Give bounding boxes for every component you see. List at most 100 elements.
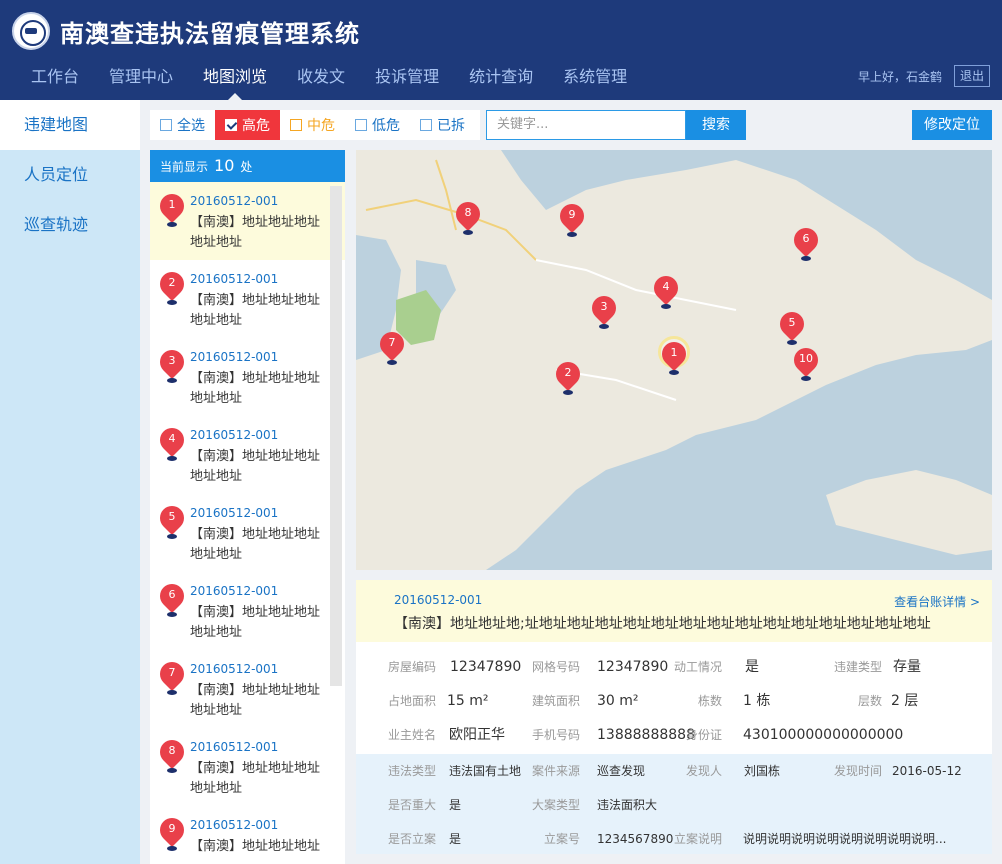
marker-base-icon bbox=[801, 376, 811, 381]
work-label: 动工情况 bbox=[673, 660, 722, 674]
marker-number: 5 bbox=[168, 510, 176, 523]
marker-base-icon bbox=[167, 222, 177, 227]
modify-location-button[interactable]: 修改定位 bbox=[912, 110, 992, 140]
list-scrollbar[interactable] bbox=[330, 186, 342, 686]
list-count: 10 bbox=[214, 156, 235, 175]
source-label: 案件来源 bbox=[531, 764, 580, 778]
map-marker-6[interactable]: 6 bbox=[789, 223, 823, 262]
list-item[interactable]: 4 20160512-001 【南澳】地址地址地址地址地址 bbox=[150, 416, 345, 494]
filter-low-risk[interactable]: 低危 bbox=[345, 110, 410, 140]
side-item-patrol-track[interactable]: 巡查轨迹 bbox=[0, 200, 140, 250]
marker-number: 4 bbox=[662, 280, 670, 293]
checkbox-icon bbox=[355, 119, 367, 131]
map-marker-5[interactable]: 5 bbox=[775, 307, 809, 346]
view-ledger-link[interactable]: 查看台账详情 > bbox=[894, 593, 980, 610]
map-marker-4[interactable]: 4 bbox=[649, 271, 683, 310]
list-item[interactable]: 2 20160512-001 【南澳】地址地址地址地址地址 bbox=[150, 260, 345, 338]
list-marker-icon[interactable]: 4 bbox=[155, 423, 189, 462]
owner-label: 业主姓名 bbox=[387, 728, 436, 742]
item-code: 20160512-001 bbox=[190, 194, 279, 208]
marker-number: 9 bbox=[168, 822, 176, 835]
map-marker-1[interactable]: 1 bbox=[657, 337, 691, 376]
filter-high-risk[interactable]: 高危 bbox=[215, 110, 280, 140]
marker-number: 3 bbox=[168, 354, 176, 367]
detail-code: 20160512-001 bbox=[394, 593, 483, 607]
list-item[interactable]: 1 20160512-001 【南澳】地址地址地址地址地址 bbox=[150, 182, 345, 260]
side-item-personnel-location[interactable]: 人员定位 bbox=[0, 150, 140, 200]
item-address: 【南澳】地址地址地址地址地址 bbox=[190, 605, 321, 640]
marker-number: 1 bbox=[168, 198, 176, 211]
filter-demolished[interactable]: 已拆 bbox=[410, 110, 475, 140]
case-type-label: 大案类型 bbox=[531, 798, 580, 812]
item-code: 20160512-001 bbox=[190, 428, 279, 442]
checkbox-icon bbox=[160, 119, 172, 131]
nav-documents[interactable]: 收发文 bbox=[282, 62, 360, 100]
item-code: 20160512-001 bbox=[190, 584, 279, 598]
search-button[interactable]: 搜索 bbox=[686, 110, 746, 140]
map-marker-10[interactable]: 10 bbox=[789, 343, 823, 382]
item-address: 【南澳】地址地址地址地址地址 bbox=[190, 215, 321, 250]
filter-medium-risk[interactable]: 中危 bbox=[280, 110, 345, 140]
map-marker-2[interactable]: 2 bbox=[551, 357, 585, 396]
marker-base-icon bbox=[167, 456, 177, 461]
grid-code-label: 网格号码 bbox=[531, 660, 580, 674]
list-item[interactable]: 9 20160512-001 【南澳】地址地址地址 bbox=[150, 806, 345, 864]
side-item-illegal-map[interactable]: 违建地图 bbox=[0, 100, 140, 150]
item-address: 【南澳】地址地址地址地址地址 bbox=[190, 683, 321, 718]
list-header: 当前显示 10 处 bbox=[150, 150, 345, 182]
land-area-label: 占地面积 bbox=[387, 694, 436, 708]
list-item[interactable]: 3 20160512-001 【南澳】地址地址地址地址地址 bbox=[150, 338, 345, 416]
list-item[interactable]: 7 20160512-001 【南澳】地址地址地址地址地址 bbox=[150, 650, 345, 728]
risk-filter-bar: 全选 高危 中危 低危 已拆 bbox=[150, 110, 480, 140]
nav-map-browse[interactable]: 地图浏览 bbox=[188, 62, 282, 100]
list-marker-icon[interactable]: 2 bbox=[155, 267, 189, 306]
map-marker-9[interactable]: 9 bbox=[555, 199, 589, 238]
item-code: 20160512-001 bbox=[190, 506, 279, 520]
info-row: 占地面积 15 m² 建筑面积 30 m² 栋数 1 栋 层数 2 层 bbox=[356, 684, 992, 718]
found-time-value: 2016-05-12 bbox=[892, 764, 962, 778]
list-marker-icon[interactable]: 1 bbox=[155, 189, 189, 228]
phone-label: 手机号码 bbox=[531, 728, 580, 742]
map-view[interactable]: 1 2 3 4 5 6 7 8 9 10 bbox=[356, 150, 992, 570]
marker-base-icon bbox=[801, 256, 811, 261]
detail-address: 【南澳】地址地址地;址地址地址地址地址地址地址地址地址地址地址地址地址地址地址 bbox=[394, 616, 931, 632]
nav-complaints[interactable]: 投诉管理 bbox=[360, 62, 454, 100]
logout-button[interactable]: 退出 bbox=[954, 65, 990, 87]
marker-number: 10 bbox=[799, 352, 813, 365]
list-marker-icon[interactable]: 9 bbox=[155, 813, 189, 852]
list-marker-icon[interactable]: 7 bbox=[155, 657, 189, 696]
list-marker-icon[interactable]: 3 bbox=[155, 345, 189, 384]
marker-base-icon bbox=[463, 230, 473, 235]
nav-management[interactable]: 管理中心 bbox=[94, 62, 188, 100]
list-marker-icon[interactable]: 6 bbox=[155, 579, 189, 618]
info-row: 是否重大是 大案类型 违法面积大 bbox=[356, 788, 992, 822]
map-marker-7[interactable]: 7 bbox=[375, 327, 409, 366]
info-row: 是否立案是立案号 1234567890 立案说明 说明说明说明说明说明说明说明说明..… bbox=[356, 822, 992, 856]
list-marker-icon[interactable]: 5 bbox=[155, 501, 189, 540]
list-item[interactable]: 8 20160512-001 【南澳】地址地址地址地址地址 bbox=[150, 728, 345, 806]
marker-number: 2 bbox=[168, 276, 176, 289]
checkbox-checked-icon bbox=[225, 119, 237, 131]
case-type-value: 违法面积大 bbox=[597, 798, 658, 812]
emblem-logo bbox=[12, 12, 50, 50]
bldg-count-value: 1 栋 bbox=[743, 693, 771, 709]
owner-value: 欧阳正华 bbox=[449, 727, 505, 743]
marker-number: 4 bbox=[168, 432, 176, 445]
nav-system[interactable]: 系统管理 bbox=[548, 62, 642, 100]
list-count-suffix: 处 bbox=[240, 160, 253, 174]
item-code: 20160512-001 bbox=[190, 662, 279, 676]
list-item[interactable]: 6 20160512-001 【南澳】地址地址地址地址地址 bbox=[150, 572, 345, 650]
list-marker-icon[interactable]: 8 bbox=[155, 735, 189, 774]
filter-select-all[interactable]: 全选 bbox=[150, 110, 215, 140]
marker-number: 7 bbox=[388, 336, 396, 349]
map-marker-8[interactable]: 8 bbox=[451, 197, 485, 236]
marker-base-icon bbox=[167, 846, 177, 851]
marker-number: 6 bbox=[168, 588, 176, 601]
list-item[interactable]: 5 20160512-001 【南澳】地址地址地址地址地址 bbox=[150, 494, 345, 572]
found-time-label: 发现时间 bbox=[833, 764, 882, 778]
nav-workbench[interactable]: 工作台 bbox=[16, 62, 94, 100]
nav-statistics[interactable]: 统计查询 bbox=[454, 62, 548, 100]
map-marker-3[interactable]: 3 bbox=[587, 291, 621, 330]
search-input[interactable]: 关键字... bbox=[486, 110, 686, 140]
checkbox-icon bbox=[290, 119, 302, 131]
